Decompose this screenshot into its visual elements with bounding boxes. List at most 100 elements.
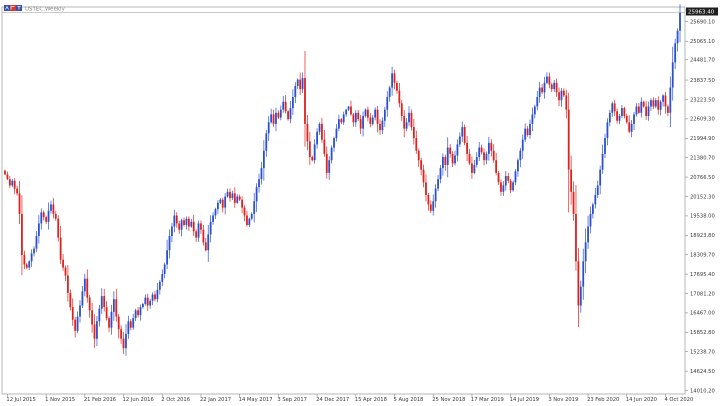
candle-body <box>178 223 181 230</box>
candle-body <box>117 316 120 330</box>
candle-body <box>420 160 423 170</box>
candle-body <box>383 109 386 121</box>
candle-body <box>52 204 55 214</box>
candle-body <box>200 223 202 230</box>
candle <box>405 117 408 132</box>
candle-body <box>454 155 456 164</box>
candle-body <box>173 215 176 227</box>
candle <box>606 118 609 146</box>
candle <box>635 103 638 117</box>
candle <box>306 114 309 151</box>
candle-body <box>185 218 188 225</box>
candle-body <box>127 321 130 334</box>
candle <box>352 112 355 127</box>
x-tick-label: 17 Mar 2019 <box>471 397 504 403</box>
candle <box>275 107 277 132</box>
candle <box>195 229 198 242</box>
candle <box>439 164 442 184</box>
candle <box>616 108 618 124</box>
candle-body <box>444 157 447 165</box>
candle <box>548 72 551 89</box>
plot-area-frame <box>1 6 686 395</box>
candle-body <box>132 318 135 328</box>
candle-body <box>105 307 108 319</box>
candle-body <box>393 73 396 83</box>
candle <box>139 304 142 321</box>
candle-body <box>449 147 452 154</box>
candle <box>64 265 67 281</box>
candle-body <box>253 201 256 214</box>
candle <box>142 302 144 309</box>
candle-body <box>427 194 430 205</box>
candle <box>546 72 548 85</box>
y-tick-label: 21380.70 <box>690 155 715 161</box>
candle <box>444 154 447 171</box>
candle <box>509 178 512 194</box>
candle <box>497 170 500 185</box>
candle-body <box>246 215 248 225</box>
candle <box>301 72 304 93</box>
candle <box>521 134 524 159</box>
candle <box>236 194 239 204</box>
candle <box>246 210 248 227</box>
candle-body <box>362 115 364 129</box>
candle-body <box>432 201 435 211</box>
candle <box>42 210 45 221</box>
mt-chart-logo-icon <box>4 5 22 11</box>
candle <box>192 214 195 237</box>
x-tick-label: 25 Nov 2018 <box>432 397 465 403</box>
candle <box>11 178 14 188</box>
candle <box>35 231 38 253</box>
candle <box>381 117 384 135</box>
candle-body <box>151 294 154 301</box>
candle <box>342 111 345 125</box>
candle-body <box>473 164 476 173</box>
candle-body <box>258 179 260 188</box>
candle-body <box>328 160 331 173</box>
candle-body <box>347 106 350 110</box>
price-axis: 25690.10 25065.10 24481.70 23837.50 23223.50… <box>685 19 715 394</box>
candle-body <box>11 180 14 186</box>
candle <box>623 106 626 119</box>
candle-body <box>611 103 614 113</box>
candle-body <box>531 114 534 124</box>
candle <box>536 90 539 111</box>
candle-body <box>572 191 575 214</box>
candle-body <box>190 221 193 227</box>
candle <box>427 192 430 211</box>
y-tick-label: 15238.70 <box>690 350 715 356</box>
candle <box>608 109 611 127</box>
candle <box>490 139 493 157</box>
candle <box>279 105 282 121</box>
y-tick-label: 17695.40 <box>690 272 715 278</box>
candle-body <box>490 142 493 151</box>
candle <box>33 246 35 257</box>
candle-body <box>664 95 667 107</box>
y-tick-label: 14624.50 <box>690 369 715 375</box>
y-tick-label: 24481.70 <box>690 58 715 64</box>
candle <box>88 294 91 318</box>
candlestick-chart: USTEC,Weekly 25690.10 25065.10 24481.70 238… <box>1 4 718 403</box>
candle <box>386 91 389 117</box>
candle <box>374 107 377 121</box>
candle-body <box>608 112 611 123</box>
candle <box>231 190 234 201</box>
candle-body <box>250 213 253 219</box>
candle <box>219 198 222 204</box>
x-tick-label: 21 Feb 2016 <box>84 397 116 403</box>
candle <box>662 94 664 107</box>
candle <box>480 144 483 155</box>
candle <box>197 220 200 242</box>
candle <box>47 202 50 230</box>
candle <box>28 260 31 271</box>
candle <box>146 293 149 311</box>
y-tick-label: 19538.00 <box>690 214 715 220</box>
candle-body <box>226 191 229 197</box>
candle-body <box>171 226 173 237</box>
candle-body <box>526 128 529 135</box>
candle-body <box>122 338 125 349</box>
candle <box>410 109 413 131</box>
x-tick-label: 1 Nov 2015 <box>45 397 75 403</box>
candle <box>652 97 655 109</box>
candle-body <box>405 122 408 129</box>
